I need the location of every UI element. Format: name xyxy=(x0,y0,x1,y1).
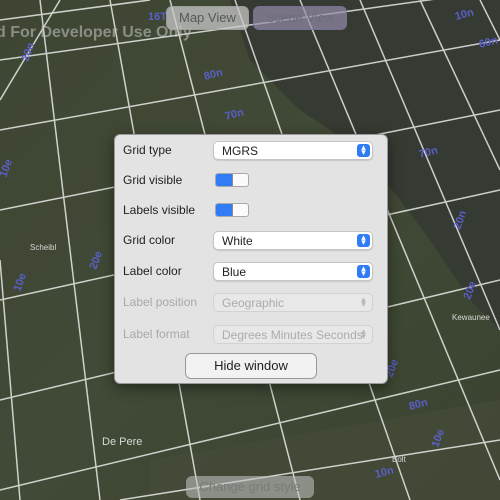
chevron-updown-icon: ▴ ▾ xyxy=(357,143,370,157)
chevron-updown-icon: ▴ ▾ xyxy=(361,294,366,309)
view-switcher: Map View Scene View xyxy=(166,6,348,30)
grid-type-label: Grid type xyxy=(123,143,172,157)
scene-view-button[interactable]: Scene View xyxy=(252,6,348,30)
grid-options-panel: Grid type MGRS ▴ ▾ Grid visible Labels vi… xyxy=(114,134,388,384)
label-color-select[interactable]: Blue ▴ ▾ xyxy=(213,261,373,281)
grid-color-row: Grid color White ▴ ▾ xyxy=(123,229,373,251)
labels-visible-toggle[interactable] xyxy=(215,203,249,217)
label-format-value: Degrees Minutes Seconds xyxy=(222,327,363,342)
label-format-label: Label format xyxy=(123,327,190,341)
label-format-row: Label format Degrees Minutes Seconds ▴ ▾ xyxy=(123,323,373,345)
label-color-row: Label color Blue ▴ ▾ xyxy=(123,260,373,282)
change-grid-style-button[interactable]: Change grid style xyxy=(186,476,314,498)
grid-label: 16T xyxy=(148,11,167,23)
grid-label: Scheibl xyxy=(30,243,56,252)
grid-type-select[interactable]: MGRS ▴ ▾ xyxy=(213,140,373,160)
labels-visible-row: Labels visible xyxy=(123,199,373,221)
label-position-row: Label position Geographic ▴ ▾ xyxy=(123,291,373,313)
labels-visible-label: Labels visible xyxy=(123,203,196,217)
label-position-value: Geographic xyxy=(222,295,285,310)
grid-visible-label: Grid visible xyxy=(123,173,183,187)
grid-label: De Pere xyxy=(102,436,142,448)
grid-color-value: White xyxy=(222,233,253,248)
label-format-select[interactable]: Degrees Minutes Seconds ▴ ▾ xyxy=(213,324,373,344)
chevron-updown-icon: ▴ ▾ xyxy=(361,326,366,341)
label-color-label: Label color xyxy=(123,264,182,278)
map-view-button[interactable]: Map View xyxy=(166,6,249,30)
label-position-label: Label position xyxy=(123,295,198,309)
grid-label: Kewaunee xyxy=(452,313,490,322)
grid-color-label: Grid color xyxy=(123,233,176,247)
grid-type-row: Grid type MGRS ▴ ▾ xyxy=(123,139,373,161)
developer-watermark: d For Developer Use Only xyxy=(0,24,192,41)
chevron-updown-icon: ▴ ▾ xyxy=(357,264,370,278)
chevron-updown-icon: ▴ ▾ xyxy=(357,233,370,247)
grid-visible-toggle[interactable] xyxy=(215,173,249,187)
label-color-value: Blue xyxy=(222,264,247,279)
grid-label: Bolt xyxy=(392,455,407,464)
hide-window-button[interactable]: Hide window xyxy=(185,353,317,379)
grid-color-select[interactable]: White ▴ ▾ xyxy=(213,230,373,250)
label-position-select[interactable]: Geographic ▴ ▾ xyxy=(213,292,373,312)
grid-type-value: MGRS xyxy=(222,143,258,158)
grid-visible-row: Grid visible xyxy=(123,169,373,191)
